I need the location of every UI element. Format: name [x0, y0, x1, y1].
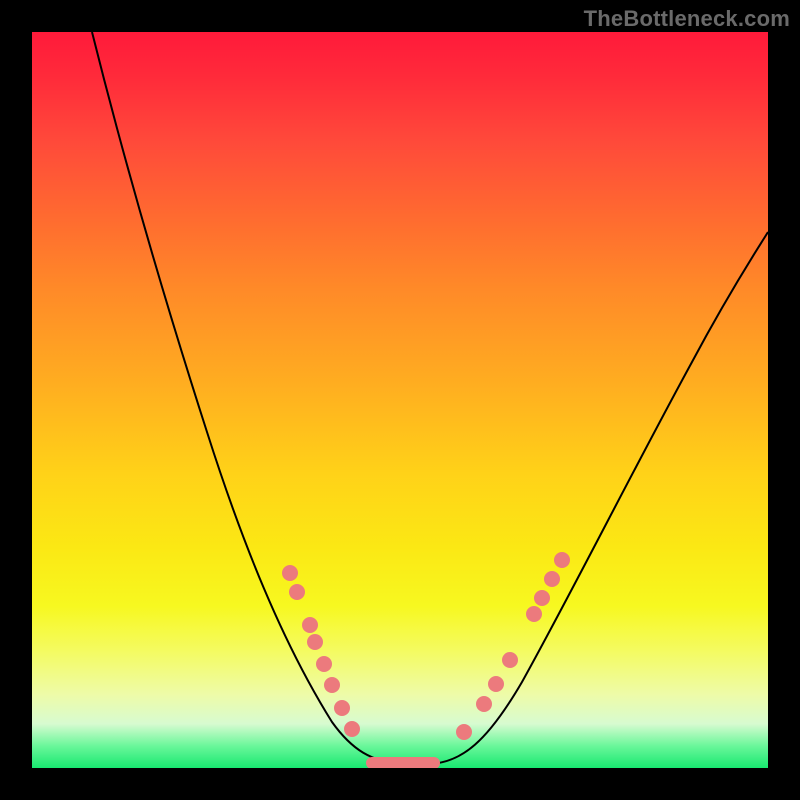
dot — [554, 552, 570, 568]
dot — [502, 652, 518, 668]
dot — [316, 656, 332, 672]
dot — [282, 565, 298, 581]
dot — [526, 606, 542, 622]
marker-dots-right — [456, 552, 570, 740]
dot — [307, 634, 323, 650]
bottleneck-curve — [92, 32, 768, 764]
plot-area — [32, 32, 768, 768]
chart-frame: TheBottleneck.com — [0, 0, 800, 800]
chart-svg — [32, 32, 768, 768]
watermark-text: TheBottleneck.com — [584, 6, 790, 32]
dot — [302, 617, 318, 633]
dot — [289, 584, 305, 600]
dot — [456, 724, 472, 740]
dot — [544, 571, 560, 587]
dot — [324, 677, 340, 693]
dot — [476, 696, 492, 712]
dot — [344, 721, 360, 737]
dot — [534, 590, 550, 606]
dot — [334, 700, 350, 716]
dot — [488, 676, 504, 692]
